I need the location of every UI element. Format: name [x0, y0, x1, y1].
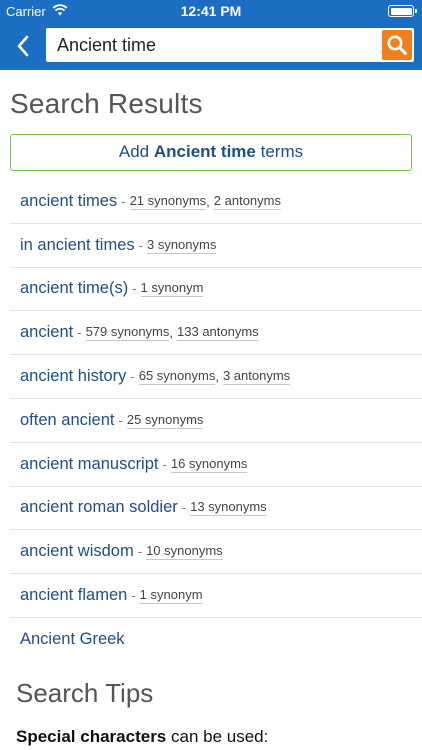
result-separator: -	[137, 544, 143, 560]
add-terms-suffix: terms	[255, 142, 304, 161]
synonyms-count-link[interactable]: 1 synonym	[139, 587, 203, 605]
result-item: often ancient -25 synonyms	[10, 399, 422, 443]
status-bar: Carrier 12:41 PM	[0, 0, 422, 22]
result-item: ancient wisdom -10 synonyms	[10, 530, 422, 575]
antonyms-count-link[interactable]: 133 antonyms	[177, 324, 259, 342]
result-item: ancient times -21 synonyms, 2 antonyms	[10, 180, 422, 224]
page-title: Search Results	[10, 88, 203, 119]
antonyms-count-link[interactable]: 3 antonyms	[222, 368, 291, 386]
add-terms-prefix: Add	[118, 142, 154, 161]
synonyms-count-link[interactable]: 21 synonyms	[129, 193, 207, 210]
add-terms-button[interactable]: Add Ancient time terms	[10, 134, 412, 171]
tips-text: Special characters can be used:	[16, 727, 268, 747]
result-separator: -	[130, 369, 135, 385]
synonyms-count-link[interactable]: 10 synonyms	[146, 543, 223, 561]
result-separator: -	[181, 500, 187, 516]
result-separator: -	[132, 281, 137, 297]
add-terms-term: Ancient time	[153, 142, 256, 161]
result-term-link[interactable]: ancient roman soldier	[20, 498, 178, 517]
synonyms-count-link[interactable]: 13 synonyms	[190, 499, 267, 517]
result-term-link[interactable]: ancient times	[20, 192, 117, 211]
result-item: in ancient times -3 synonyms	[10, 224, 422, 268]
synonyms-count-link[interactable]: 1 synonym	[140, 280, 204, 298]
result-term-link[interactable]: ancient flamen	[20, 586, 127, 605]
result-separator: -	[162, 456, 167, 472]
results-list: ancient times -21 synonyms, 2 antonyms in a…	[10, 180, 422, 662]
tips-rest: can be used:	[166, 727, 269, 746]
back-chevron-icon	[17, 35, 29, 57]
tips-title: Search Tips	[16, 678, 154, 708]
status-time: 12:41 PM	[180, 3, 242, 19]
result-term-link[interactable]: ancient time(s)	[20, 279, 128, 298]
app-header: Carrier 12:41 PM	[0, 0, 422, 70]
result-term-link[interactable]: in ancient times	[20, 236, 135, 255]
result-term-link[interactable]: ancient history	[20, 367, 126, 386]
tips-bold: Special characters	[16, 727, 167, 746]
result-term-link[interactable]: Ancient Greek	[20, 630, 125, 649]
result-term-link[interactable]: often ancient	[20, 411, 115, 430]
result-term-link[interactable]: ancient manuscript	[20, 455, 159, 474]
result-term-link[interactable]: ancient	[20, 323, 73, 342]
search-button[interactable]	[382, 30, 412, 60]
synonyms-count-link[interactable]: 579 synonyms	[85, 324, 170, 342]
result-comma: ,	[169, 325, 174, 341]
result-separator: -	[138, 237, 143, 253]
result-comma: ,	[206, 193, 210, 209]
search-input[interactable]	[46, 28, 380, 62]
battery-icon	[388, 5, 417, 17]
synonyms-count-link[interactable]: 3 synonyms	[146, 237, 217, 254]
result-item: ancient roman soldier -13 synonyms	[10, 487, 422, 531]
result-item: ancient manuscript -16 synonyms	[10, 443, 422, 487]
result-item: ancient flamen -1 synonym	[10, 574, 422, 618]
result-comma: ,	[215, 369, 219, 385]
result-separator: -	[77, 325, 82, 341]
result-term-link[interactable]: ancient wisdom	[20, 542, 134, 561]
synonyms-count-link[interactable]: 16 synonyms	[170, 456, 248, 473]
synonyms-count-link[interactable]: 25 synonyms	[126, 412, 204, 429]
result-item: Ancient Greek	[10, 618, 422, 662]
result-separator: -	[131, 588, 136, 604]
result-item: ancient time(s) -1 synonym	[10, 268, 422, 312]
search-box	[46, 28, 414, 62]
back-button[interactable]	[10, 30, 36, 62]
result-item: ancient -579 synonyms, 133 antonyms	[10, 311, 422, 356]
result-separator: -	[118, 412, 123, 428]
synonyms-count-link[interactable]: 65 synonyms	[138, 368, 216, 386]
search-icon	[387, 35, 407, 55]
result-separator: -	[121, 193, 126, 209]
antonyms-count-link[interactable]: 2 antonyms	[213, 193, 281, 210]
result-item: ancient history -65 synonyms, 3 antonyms	[10, 355, 422, 399]
